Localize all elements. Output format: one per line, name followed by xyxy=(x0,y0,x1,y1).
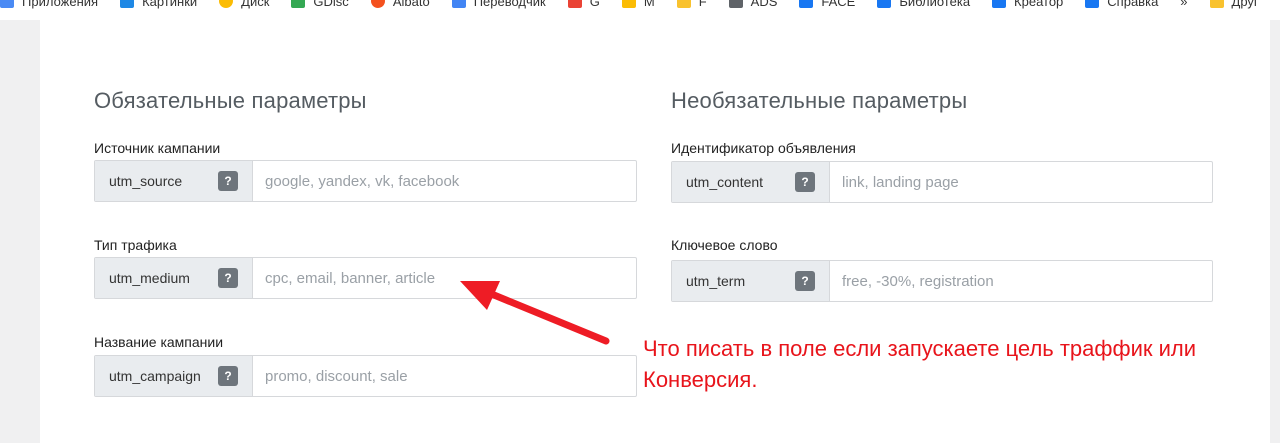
bookmark-item[interactable]: Картинки xyxy=(120,0,197,9)
utm-source-param: utm_source xyxy=(109,173,183,189)
facebook-icon xyxy=(877,0,892,8)
bookmark-label: G xyxy=(589,0,600,9)
utm-term-label: Ключевое слово xyxy=(671,237,778,253)
bookmark-item[interactable]: Переводчик xyxy=(451,0,546,9)
utm-source-label: Источник кампании xyxy=(94,140,221,156)
bookmark-item[interactable]: F xyxy=(676,0,707,9)
ads-icon xyxy=(728,0,743,8)
facebook-icon xyxy=(799,0,814,8)
utm-medium-label: Тип трафика xyxy=(94,237,177,253)
utm-source-addon: utm_source ? xyxy=(95,161,253,201)
bookmarks-overflow-button[interactable]: » xyxy=(1180,0,1187,9)
help-icon[interactable]: ? xyxy=(218,366,238,386)
utm-source-field: utm_source ? xyxy=(94,160,637,202)
bookmark-item[interactable]: Albato xyxy=(370,0,430,9)
bookmark-label: Картинки xyxy=(142,0,198,9)
utm-campaign-input[interactable] xyxy=(253,356,636,396)
bookmark-item[interactable]: GDisc xyxy=(291,0,349,9)
utm-medium-addon: utm_medium ? xyxy=(95,258,253,298)
bookmark-item[interactable]: Приложения xyxy=(0,0,98,9)
utm-medium-input[interactable] xyxy=(253,258,636,298)
utm-content-param: utm_content xyxy=(686,174,764,190)
bookmark-label: Albato xyxy=(392,0,430,9)
utm-content-addon: utm_content ? xyxy=(672,162,830,202)
facebook-icon xyxy=(992,0,1007,8)
utm-term-param: utm_term xyxy=(686,273,746,289)
bookmark-label: F xyxy=(698,0,707,9)
utm-campaign-addon: utm_campaign ? xyxy=(95,356,253,396)
bookmark-label: Библиотека xyxy=(899,0,971,9)
utm-campaign-param: utm_campaign xyxy=(109,368,201,384)
optional-params-title: Необязательные параметры xyxy=(671,88,968,113)
bookmark-item[interactable]: Диск xyxy=(219,0,269,9)
bookmark-item[interactable]: ADS xyxy=(728,0,778,9)
folder-icon xyxy=(1209,0,1224,8)
utm-source-input[interactable] xyxy=(253,161,636,201)
utm-campaign-field: utm_campaign ? xyxy=(94,355,637,397)
help-icon[interactable]: ? xyxy=(795,271,815,291)
utm-term-input[interactable] xyxy=(830,261,1212,301)
gmail-icon xyxy=(567,0,582,8)
annotation-text: Что писать в поле если запускаете цель т… xyxy=(643,336,1197,392)
bookmark-item[interactable]: FACE xyxy=(799,0,855,9)
bookmark-item[interactable]: M xyxy=(621,0,655,9)
facebook-icon xyxy=(1085,0,1100,8)
bookmark-label: Креатор xyxy=(1014,0,1064,9)
bookmark-label: ADS xyxy=(750,0,778,9)
bookmarks-bar: Приложения Картинки Диск GDisc Albato Перевод… xyxy=(0,0,1280,20)
utm-campaign-label: Название кампании xyxy=(94,334,224,350)
bookmark-item[interactable]: Библиотека xyxy=(877,0,970,9)
utm-content-field: utm_content ? xyxy=(671,161,1213,203)
other-bookmarks[interactable]: Друг xyxy=(1209,0,1259,9)
bookmark-item[interactable]: Справка xyxy=(1085,0,1158,9)
translate-icon xyxy=(451,0,466,8)
bookmark-label: Приложения xyxy=(22,0,99,9)
bookmark-label: Диск xyxy=(241,0,270,9)
required-params-title: Обязательные параметры xyxy=(94,88,367,113)
bookmark-label: FACE xyxy=(821,0,856,9)
bookmark-label: M xyxy=(643,0,655,9)
help-icon[interactable]: ? xyxy=(218,268,238,288)
bookmark-item[interactable]: G xyxy=(567,0,600,9)
utm-content-label: Идентификатор объявления xyxy=(671,140,856,156)
bookmark-label: Справка xyxy=(1107,0,1159,9)
utm-content-input[interactable] xyxy=(830,162,1212,202)
albato-icon xyxy=(370,0,385,8)
bookmark-label: Переводчик xyxy=(473,0,546,9)
pin-icon xyxy=(120,0,135,8)
bookmark-item[interactable]: Креатор xyxy=(992,0,1063,9)
drive-icon xyxy=(219,0,234,8)
utm-term-addon: utm_term ? xyxy=(672,261,830,301)
drive-icon xyxy=(291,0,306,8)
utm-medium-field: utm_medium ? xyxy=(94,257,637,299)
apps-icon xyxy=(0,0,14,8)
m-icon xyxy=(621,0,636,8)
utm-term-field: utm_term ? xyxy=(671,260,1213,302)
utm-medium-param: utm_medium xyxy=(109,270,190,286)
help-icon[interactable]: ? xyxy=(218,171,238,191)
other-bookmarks-label: Друг xyxy=(1231,0,1259,9)
bookmarks-list: Приложения Картинки Диск GDisc Albato Перевод… xyxy=(0,0,1280,11)
bookmark-label: GDisc xyxy=(313,0,349,9)
folder-icon xyxy=(676,0,691,8)
help-icon[interactable]: ? xyxy=(795,172,815,192)
